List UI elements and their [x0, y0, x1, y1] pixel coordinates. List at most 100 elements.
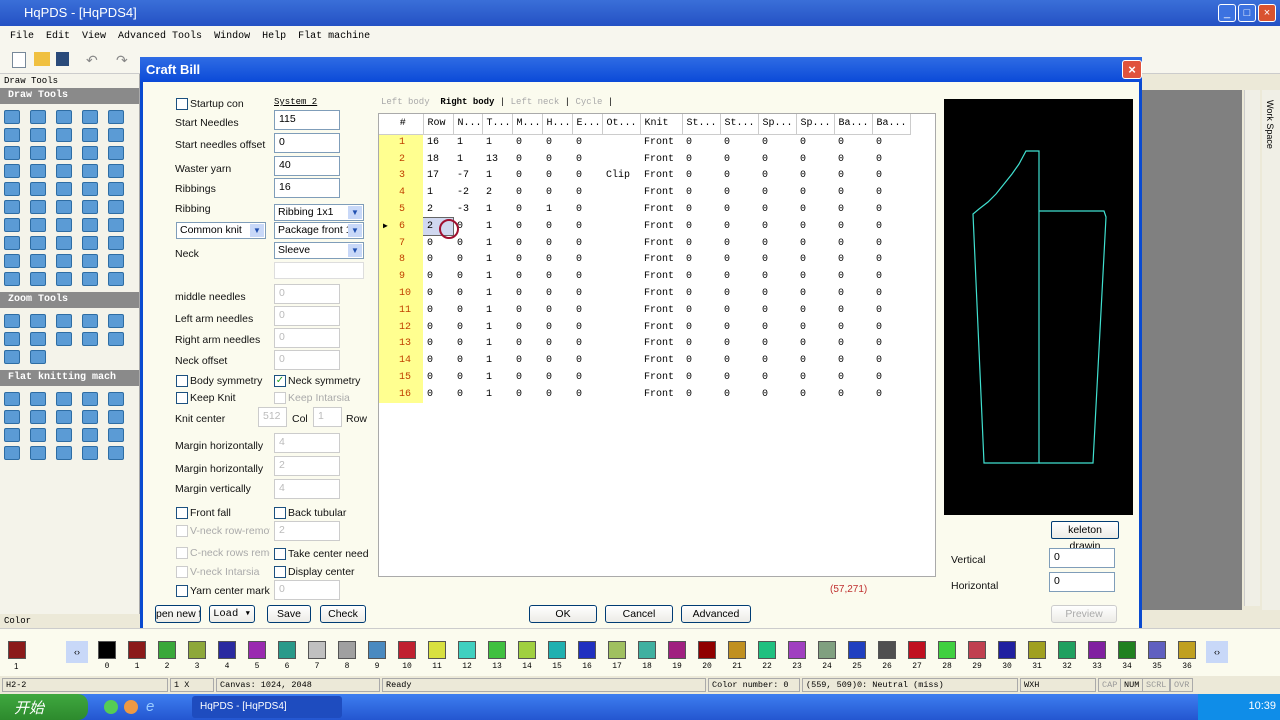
- cell[interactable]: [602, 302, 640, 319]
- palette-swatch[interactable]: [968, 641, 986, 659]
- palette-swatch[interactable]: [368, 641, 386, 659]
- cell[interactable]: 0: [682, 184, 720, 201]
- cell[interactable]: 0: [758, 319, 796, 336]
- cell[interactable]: 10: [379, 285, 423, 302]
- cell[interactable]: 1: [482, 369, 512, 386]
- cell[interactable]: 0: [682, 134, 720, 151]
- cell[interactable]: 0: [542, 336, 572, 353]
- section-draw-tools[interactable]: Draw Tools: [0, 88, 139, 104]
- cell[interactable]: 0: [720, 184, 758, 201]
- cell[interactable]: 0: [720, 285, 758, 302]
- palette-swatch[interactable]: [668, 641, 686, 659]
- cell[interactable]: [602, 285, 640, 302]
- table-row[interactable]: 9001000Front000000: [379, 268, 910, 285]
- front-fall-checkbox[interactable]: [176, 507, 188, 519]
- cell[interactable]: [602, 352, 640, 369]
- table-row[interactable]: 41-22000Front000000: [379, 184, 910, 201]
- cell[interactable]: 0: [758, 201, 796, 218]
- column-header[interactable]: St...: [720, 114, 758, 134]
- cell[interactable]: 1: [482, 302, 512, 319]
- cell[interactable]: 5: [379, 201, 423, 218]
- cell[interactable]: Front: [640, 268, 682, 285]
- cell[interactable]: 0: [682, 336, 720, 353]
- current-color-swatch[interactable]: [8, 641, 26, 659]
- cell[interactable]: 0: [834, 302, 872, 319]
- palette-swatch[interactable]: [128, 641, 146, 659]
- cell[interactable]: 0: [796, 218, 834, 235]
- table-row[interactable]: 16001000Front000000: [379, 386, 910, 403]
- cell[interactable]: 0: [453, 252, 482, 269]
- cell[interactable]: 0: [453, 285, 482, 302]
- cell[interactable]: 0: [572, 386, 602, 403]
- cell[interactable]: 0: [758, 218, 796, 235]
- cell[interactable]: 11: [379, 302, 423, 319]
- table-row[interactable]: 11001000Front000000: [379, 302, 910, 319]
- cell[interactable]: 0: [682, 252, 720, 269]
- craft-table[interactable]: #RowN...T...M...H...E...Ot...KnitSt...St…: [378, 113, 936, 577]
- waster-yarn-input[interactable]: 40: [274, 156, 340, 176]
- cell[interactable]: Clip: [602, 168, 640, 185]
- cell[interactable]: 0: [572, 319, 602, 336]
- cell[interactable]: 0: [872, 184, 910, 201]
- cell[interactable]: 0: [512, 168, 542, 185]
- cell[interactable]: 0: [423, 386, 453, 403]
- system-link[interactable]: System 2: [274, 97, 317, 107]
- cell[interactable]: 2: [482, 184, 512, 201]
- cell[interactable]: 0: [453, 235, 482, 252]
- cell[interactable]: 0: [542, 184, 572, 201]
- cell[interactable]: 0: [834, 285, 872, 302]
- cell[interactable]: 0: [720, 218, 758, 235]
- cell[interactable]: 0: [758, 386, 796, 403]
- cell[interactable]: 0: [720, 235, 758, 252]
- cell[interactable]: 0: [720, 319, 758, 336]
- cell[interactable]: 0: [423, 352, 453, 369]
- cell[interactable]: 1: [482, 352, 512, 369]
- palette-swatch[interactable]: [278, 641, 296, 659]
- cell[interactable]: 0: [453, 352, 482, 369]
- neck-symmetry-checkbox[interactable]: ✓: [274, 375, 286, 387]
- cell[interactable]: -2: [453, 184, 482, 201]
- cell[interactable]: 0: [423, 369, 453, 386]
- cell[interactable]: 0: [758, 369, 796, 386]
- cell[interactable]: 0: [872, 302, 910, 319]
- display-center-checkbox[interactable]: [274, 566, 286, 578]
- cell[interactable]: 0: [720, 386, 758, 403]
- skeleton-drawing-button[interactable]: keleton drawin: [1051, 521, 1119, 539]
- cell[interactable]: 0: [796, 151, 834, 168]
- menu-item[interactable]: Window: [214, 31, 250, 42]
- cell[interactable]: 0: [572, 268, 602, 285]
- cell[interactable]: 0: [758, 268, 796, 285]
- table-row[interactable]: 10001000Front000000: [379, 285, 910, 302]
- cell[interactable]: 1: [482, 285, 512, 302]
- cell[interactable]: 0: [572, 184, 602, 201]
- start-button[interactable]: 开始: [0, 694, 88, 720]
- menu-item[interactable]: View: [82, 31, 106, 42]
- cell[interactable]: 15: [379, 369, 423, 386]
- cell[interactable]: 0: [542, 285, 572, 302]
- ribbings-input[interactable]: 16: [274, 178, 340, 198]
- keep-knit-checkbox[interactable]: [176, 392, 188, 404]
- section-flat-knitting[interactable]: Flat knitting mach: [0, 370, 139, 386]
- cell[interactable]: 0: [834, 184, 872, 201]
- cell[interactable]: 13: [482, 151, 512, 168]
- cell[interactable]: 0: [542, 252, 572, 269]
- menu-item[interactable]: File: [10, 31, 34, 42]
- minimize-button[interactable]: _: [1218, 4, 1236, 22]
- cell[interactable]: 2: [379, 151, 423, 168]
- canvas-area[interactable]: [1142, 90, 1242, 610]
- start-needles-input[interactable]: 115: [274, 110, 340, 130]
- cell[interactable]: 0: [682, 386, 720, 403]
- column-header[interactable]: E...: [572, 114, 602, 134]
- cell[interactable]: 0: [682, 168, 720, 185]
- table-row[interactable]: 14001000Front000000: [379, 352, 910, 369]
- maximize-button[interactable]: □: [1238, 4, 1256, 22]
- cell[interactable]: 1: [482, 336, 512, 353]
- menu-item[interactable]: Advanced Tools: [118, 31, 202, 42]
- cell[interactable]: [602, 252, 640, 269]
- palette-swatch[interactable]: [338, 641, 356, 659]
- cell[interactable]: 0: [512, 352, 542, 369]
- column-header[interactable]: N...: [453, 114, 482, 134]
- cell[interactable]: 0: [834, 235, 872, 252]
- column-header[interactable]: Ba...: [872, 114, 910, 134]
- cell[interactable]: 0: [423, 285, 453, 302]
